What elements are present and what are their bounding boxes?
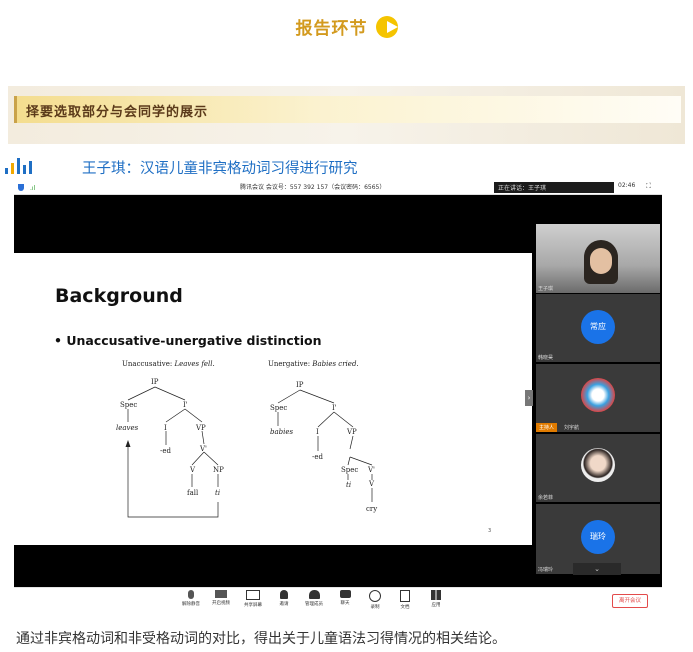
tree-node: Spec <box>120 401 137 409</box>
tree-node: -ed <box>160 447 172 455</box>
people-icon <box>308 590 320 599</box>
participant-name: 余若菲 <box>538 495 554 501</box>
grid-icon <box>431 590 441 600</box>
document-icon <box>400 590 410 602</box>
meeting-timer: 02:46 <box>618 182 636 189</box>
video-tile[interactable]: 主持人 刘宇航 <box>536 364 660 432</box>
video-button[interactable]: 开启视频 <box>204 590 238 606</box>
tree-node: IP <box>151 378 159 386</box>
chat-button[interactable]: 聊天 <box>328 590 362 606</box>
tree-node: babies <box>270 428 294 436</box>
tree-node: I' <box>183 401 188 409</box>
header-title: 报告环节 <box>295 19 368 39</box>
participant-name: 刘宇航 <box>564 425 580 431</box>
avatar <box>581 448 615 482</box>
host-badge: 主持人 <box>536 423 558 432</box>
meeting-info: 腾讯会议 会议号：557 392 157（会议密码：6565） <box>240 184 386 191</box>
avatar: 瑞玲 <box>581 520 615 554</box>
manage-members-button[interactable]: 管理成员 <box>297 590 331 607</box>
participant-name: 韩晓昊 <box>538 355 554 361</box>
tree-node: I <box>316 428 319 436</box>
video-tile[interactable]: 余若菲 <box>536 434 660 502</box>
tree-caption-left: Unaccusative: Leaves fell. <box>122 360 215 368</box>
tree-node: V' <box>199 445 207 453</box>
caption-text: 通过非宾格动词和非受格动词的对比，得出关于儿童语法习得情况的相关结论。 <box>16 631 506 647</box>
tree-node: IP <box>296 381 304 389</box>
microphone-icon <box>188 590 194 599</box>
presenter-title: 王子琪：汉语儿童非宾格动词习得进行研究 <box>82 161 358 177</box>
leave-meeting-button[interactable]: 离开会议 <box>612 594 648 608</box>
syntax-trees: Unaccusative: Leaves fell. Unergative: B… <box>116 360 377 518</box>
tree-caption-right: Unergative: Babies cried. <box>268 360 359 368</box>
slide-title: Background <box>55 285 183 307</box>
share-screen-button[interactable]: 共享屏幕 <box>236 590 270 608</box>
section-header: 报告环节 <box>0 14 693 39</box>
collapse-panel-button[interactable]: › <box>525 390 533 406</box>
tree-node: VP <box>195 424 206 432</box>
tree-right-nodes: IP Spec I' babies I VP -ed Spec V' ti V … <box>270 381 377 513</box>
record-icon <box>369 590 381 602</box>
tree-node: -ed <box>312 453 324 461</box>
chat-icon <box>339 590 351 598</box>
mute-button[interactable]: 解除静音 <box>174 590 208 607</box>
tree-node: ti <box>215 489 220 497</box>
video-tile[interactable]: 王子琪 <box>536 224 660 293</box>
tree-node: Spec <box>270 404 287 412</box>
tree-node: Spec <box>341 466 358 474</box>
shield-icon <box>18 184 24 191</box>
tree-node: ti <box>346 481 351 489</box>
screen-icon <box>246 590 260 600</box>
pacman-icon <box>375 15 398 38</box>
tree-node: NP <box>213 466 224 474</box>
tree-node: I <box>164 424 167 432</box>
tree-node: fall <box>187 489 199 497</box>
video-tile[interactable]: 常应 韩晓昊 <box>536 294 660 362</box>
apps-button[interactable]: 应用 <box>419 590 453 608</box>
record-button[interactable]: 录制 <box>358 590 392 610</box>
slide-bullet: • Unaccusative-unergative distinction <box>54 333 322 348</box>
slide-page-number: 3 <box>488 528 492 534</box>
participant-name: 冯瑞玲 <box>538 567 554 573</box>
tree-node: I' <box>332 404 337 412</box>
tree-node: cry <box>366 505 377 513</box>
tree-left-nodes: IP Spec I' leaves I VP -ed V' V NP fall … <box>116 378 224 497</box>
camera-icon <box>215 590 227 598</box>
tree-node: V' <box>367 466 375 474</box>
tree-node: leaves <box>116 424 139 432</box>
tree-node: V <box>189 466 196 474</box>
avatar: 常应 <box>581 310 615 344</box>
avatar <box>581 378 615 412</box>
tree-node: VP <box>346 428 357 436</box>
person-add-icon <box>280 590 288 599</box>
scroll-down-button[interactable]: ⌄ <box>573 563 621 575</box>
fullscreen-icon[interactable]: ⛶ <box>646 182 651 191</box>
speaking-text: 正在讲话：王子琪 <box>498 185 547 192</box>
signal-icon: .ıl <box>30 185 36 192</box>
participant-name: 王子琪 <box>538 286 554 292</box>
bar-chart-icon <box>5 158 35 174</box>
tree-node: V <box>368 480 375 488</box>
document-button[interactable]: 文档 <box>388 590 422 610</box>
banner-text: 择要选取部分与会同学的展示 <box>26 105 209 120</box>
invite-button[interactable]: 邀请 <box>267 590 301 607</box>
